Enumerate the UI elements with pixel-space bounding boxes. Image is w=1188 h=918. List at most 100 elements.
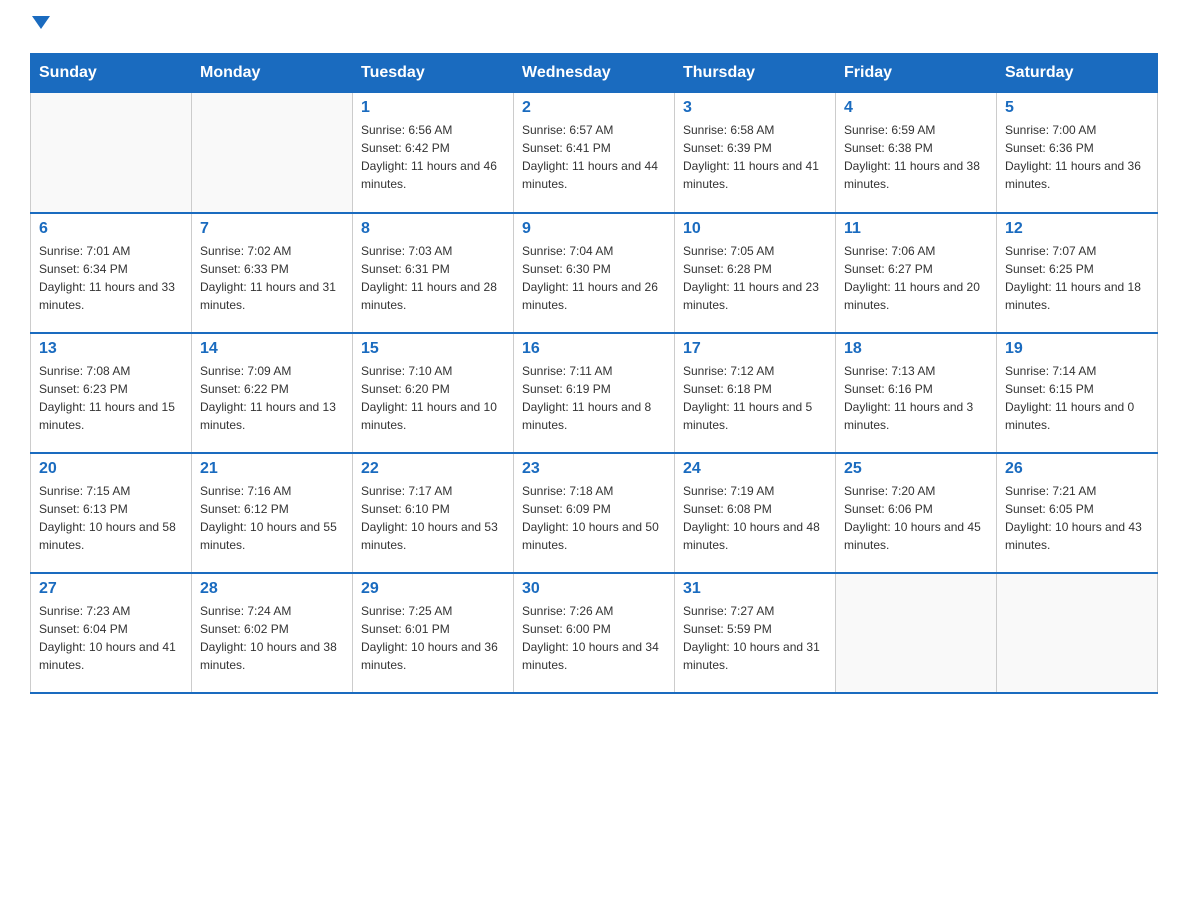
day-info: Sunrise: 7:20 AMSunset: 6:06 PMDaylight:…: [844, 482, 988, 554]
calendar-day-cell: 28 Sunrise: 7:24 AMSunset: 6:02 PMDayligh…: [192, 573, 353, 693]
day-info: Sunrise: 7:17 AMSunset: 6:10 PMDaylight:…: [361, 482, 505, 554]
day-info: Sunrise: 6:57 AMSunset: 6:41 PMDaylight:…: [522, 121, 666, 193]
calendar-day-cell: 30 Sunrise: 7:26 AMSunset: 6:00 PMDayligh…: [514, 573, 675, 693]
calendar-day-cell: 27Sunrise: 7:23 AMSunset: 6:04 PMDayligh…: [31, 573, 192, 693]
day-info: Sunrise: 7:23 AMSunset: 6:04 PMDaylight:…: [39, 602, 183, 674]
calendar-day-cell: 12 Sunrise: 7:07 AMSunset: 6:25 PMDayligh…: [997, 213, 1158, 333]
calendar-day-cell: 21 Sunrise: 7:16 AMSunset: 6:12 PMDayligh…: [192, 453, 353, 573]
calendar-day-cell: [192, 93, 353, 213]
day-info: Sunrise: 7:07 AMSunset: 6:25 PMDaylight:…: [1005, 242, 1149, 314]
calendar-day-cell: 2 Sunrise: 6:57 AMSunset: 6:41 PMDaylight…: [514, 93, 675, 213]
day-number: 6: [39, 220, 183, 238]
day-info: Sunrise: 7:06 AMSunset: 6:27 PMDaylight:…: [844, 242, 988, 314]
day-number: 19: [1005, 340, 1149, 358]
day-number: 14: [200, 340, 344, 358]
day-number: 18: [844, 340, 988, 358]
day-info: Sunrise: 7:16 AMSunset: 6:12 PMDaylight:…: [200, 482, 344, 554]
logo-name: [30, 20, 50, 33]
day-number: 23: [522, 460, 666, 478]
day-info: Sunrise: 7:02 AMSunset: 6:33 PMDaylight:…: [200, 242, 344, 314]
day-number: 15: [361, 340, 505, 358]
day-number: 20: [39, 460, 183, 478]
day-number: 25: [844, 460, 988, 478]
day-number: 28: [200, 580, 344, 598]
day-info: Sunrise: 7:27 AMSunset: 5:59 PMDaylight:…: [683, 602, 827, 674]
calendar-day-cell: [31, 93, 192, 213]
calendar-day-cell: 20 Sunrise: 7:15 AMSunset: 6:13 PMDayligh…: [31, 453, 192, 573]
day-info: Sunrise: 6:58 AMSunset: 6:39 PMDaylight:…: [683, 121, 827, 193]
calendar-day-cell: 26 Sunrise: 7:21 AMSunset: 6:05 PMDayligh…: [997, 453, 1158, 573]
day-number: 13: [39, 340, 183, 358]
calendar-day-cell: 16 Sunrise: 7:11 AMSunset: 6:19 PMDayligh…: [514, 333, 675, 453]
day-number: 8: [361, 220, 505, 238]
day-of-week-header: Friday: [836, 54, 997, 93]
page-header: [30, 20, 1158, 33]
day-info: Sunrise: 7:00 AMSunset: 6:36 PMDaylight:…: [1005, 121, 1149, 193]
calendar-week-row: 1Sunrise: 6:56 AMSunset: 6:42 PMDaylight…: [31, 93, 1158, 213]
calendar-day-cell: 14 Sunrise: 7:09 AMSunset: 6:22 PMDayligh…: [192, 333, 353, 453]
day-of-week-header: Monday: [192, 54, 353, 93]
day-info: Sunrise: 7:05 AMSunset: 6:28 PMDaylight:…: [683, 242, 827, 314]
logo: [30, 20, 50, 33]
calendar-week-row: 27Sunrise: 7:23 AMSunset: 6:04 PMDayligh…: [31, 573, 1158, 693]
day-number: 24: [683, 460, 827, 478]
day-info: Sunrise: 7:18 AMSunset: 6:09 PMDaylight:…: [522, 482, 666, 554]
day-number: 2: [522, 99, 666, 117]
day-info: Sunrise: 6:56 AMSunset: 6:42 PMDaylight:…: [361, 121, 505, 193]
day-info: Sunrise: 7:24 AMSunset: 6:02 PMDaylight:…: [200, 602, 344, 674]
calendar-day-cell: 24 Sunrise: 7:19 AMSunset: 6:08 PMDayligh…: [675, 453, 836, 573]
day-number: 21: [200, 460, 344, 478]
calendar-day-cell: 15 Sunrise: 7:10 AMSunset: 6:20 PMDayligh…: [353, 333, 514, 453]
day-number: 4: [844, 99, 988, 117]
day-info: Sunrise: 7:11 AMSunset: 6:19 PMDaylight:…: [522, 362, 666, 434]
calendar-day-cell: 5 Sunrise: 7:00 AMSunset: 6:36 PMDaylight…: [997, 93, 1158, 213]
day-info: Sunrise: 7:08 AMSunset: 6:23 PMDaylight:…: [39, 362, 183, 434]
day-of-week-header: Sunday: [31, 54, 192, 93]
day-number: 9: [522, 220, 666, 238]
day-info: Sunrise: 7:01 AMSunset: 6:34 PMDaylight:…: [39, 242, 183, 314]
day-of-week-header: Wednesday: [514, 54, 675, 93]
calendar-day-cell: 9Sunrise: 7:04 AMSunset: 6:30 PMDaylight…: [514, 213, 675, 333]
logo-triangle-icon: [32, 16, 50, 29]
calendar-day-cell: 13 Sunrise: 7:08 AMSunset: 6:23 PMDayligh…: [31, 333, 192, 453]
calendar-week-row: 20 Sunrise: 7:15 AMSunset: 6:13 PMDayligh…: [31, 453, 1158, 573]
calendar-day-cell: 7 Sunrise: 7:02 AMSunset: 6:33 PMDaylight…: [192, 213, 353, 333]
day-info: Sunrise: 7:15 AMSunset: 6:13 PMDaylight:…: [39, 482, 183, 554]
calendar-table: SundayMondayTuesdayWednesdayThursdayFrid…: [30, 53, 1158, 694]
day-number: 26: [1005, 460, 1149, 478]
day-number: 22: [361, 460, 505, 478]
day-number: 12: [1005, 220, 1149, 238]
calendar-header-row: SundayMondayTuesdayWednesdayThursdayFrid…: [31, 54, 1158, 93]
calendar-day-cell: 4 Sunrise: 6:59 AMSunset: 6:38 PMDaylight…: [836, 93, 997, 213]
day-info: Sunrise: 7:14 AMSunset: 6:15 PMDaylight:…: [1005, 362, 1149, 434]
calendar-day-cell: 11Sunrise: 7:06 AMSunset: 6:27 PMDayligh…: [836, 213, 997, 333]
day-info: Sunrise: 7:19 AMSunset: 6:08 PMDaylight:…: [683, 482, 827, 554]
day-number: 29: [361, 580, 505, 598]
day-number: 16: [522, 340, 666, 358]
day-info: Sunrise: 7:10 AMSunset: 6:20 PMDaylight:…: [361, 362, 505, 434]
calendar-day-cell: 25 Sunrise: 7:20 AMSunset: 6:06 PMDayligh…: [836, 453, 997, 573]
day-info: Sunrise: 7:12 AMSunset: 6:18 PMDaylight:…: [683, 362, 827, 434]
day-number: 30: [522, 580, 666, 598]
calendar-day-cell: 29Sunrise: 7:25 AMSunset: 6:01 PMDayligh…: [353, 573, 514, 693]
calendar-day-cell: 3 Sunrise: 6:58 AMSunset: 6:39 PMDaylight…: [675, 93, 836, 213]
logo-blue-line: [30, 20, 50, 33]
calendar-day-cell: 17 Sunrise: 7:12 AMSunset: 6:18 PMDayligh…: [675, 333, 836, 453]
calendar-day-cell: 22 Sunrise: 7:17 AMSunset: 6:10 PMDayligh…: [353, 453, 514, 573]
day-info: Sunrise: 7:09 AMSunset: 6:22 PMDaylight:…: [200, 362, 344, 434]
day-info: Sunrise: 7:21 AMSunset: 6:05 PMDaylight:…: [1005, 482, 1149, 554]
day-number: 7: [200, 220, 344, 238]
calendar-day-cell: [997, 573, 1158, 693]
day-number: 5: [1005, 99, 1149, 117]
calendar-day-cell: 1Sunrise: 6:56 AMSunset: 6:42 PMDaylight…: [353, 93, 514, 213]
day-number: 3: [683, 99, 827, 117]
day-info: Sunrise: 7:26 AMSunset: 6:00 PMDaylight:…: [522, 602, 666, 674]
day-of-week-header: Tuesday: [353, 54, 514, 93]
calendar-day-cell: [836, 573, 997, 693]
day-info: Sunrise: 6:59 AMSunset: 6:38 PMDaylight:…: [844, 121, 988, 193]
calendar-day-cell: 18 Sunrise: 7:13 AMSunset: 6:16 PMDayligh…: [836, 333, 997, 453]
day-info: Sunrise: 7:13 AMSunset: 6:16 PMDaylight:…: [844, 362, 988, 434]
day-info: Sunrise: 7:03 AMSunset: 6:31 PMDaylight:…: [361, 242, 505, 314]
calendar-day-cell: 19 Sunrise: 7:14 AMSunset: 6:15 PMDayligh…: [997, 333, 1158, 453]
day-number: 17: [683, 340, 827, 358]
